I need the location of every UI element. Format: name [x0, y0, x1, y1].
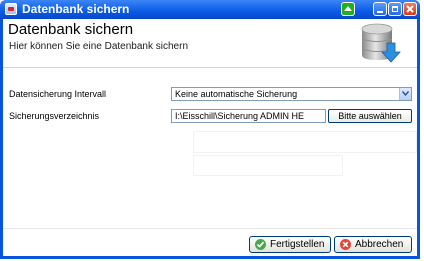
- directory-value: I:\Eisschill\Sicherung ADMIN HE: [175, 111, 305, 121]
- tray-icon: [344, 6, 352, 11]
- dropdown-arrow-button[interactable]: [399, 88, 411, 100]
- minimize-button[interactable]: [373, 2, 387, 16]
- database-backup-icon: [361, 23, 401, 63]
- footer-divider: [3, 228, 417, 229]
- empty-panel: [193, 131, 417, 153]
- close-button[interactable]: [403, 2, 417, 16]
- window-bottom-border: [0, 256, 420, 259]
- browse-button[interactable]: Bitte auswählen: [328, 109, 412, 123]
- directory-label: Sicherungsverzeichnis: [9, 111, 100, 121]
- dialog-body: Datenbank sichern Hier können Sie eine D…: [3, 19, 417, 256]
- interval-label: Datensicherung Intervall: [9, 89, 107, 99]
- cancel-circle-icon: [340, 239, 351, 250]
- cancel-button[interactable]: Abbrechen: [334, 236, 412, 253]
- app-icon: [5, 3, 17, 15]
- window-title: Datenbank sichern: [22, 2, 130, 16]
- finish-button[interactable]: Fertigstellen: [249, 236, 331, 253]
- page-subtitle: Hier können Sie eine Datenbank sichern: [9, 41, 188, 52]
- directory-field[interactable]: I:\Eisschill\Sicherung ADMIN HE: [171, 109, 326, 123]
- page-title: Datenbank sichern: [8, 21, 134, 38]
- close-icon: [406, 5, 414, 13]
- interval-select-value: Keine automatische Sicherung: [175, 89, 298, 99]
- finish-label: Fertigstellen: [270, 239, 325, 250]
- check-circle-icon: [255, 239, 266, 250]
- maximize-button[interactable]: [388, 2, 402, 16]
- wizard-header: Datenbank sichern Hier können Sie eine D…: [3, 19, 417, 68]
- tray-icon-button[interactable]: [341, 2, 355, 16]
- interval-select[interactable]: Keine automatische Sicherung: [171, 87, 412, 101]
- dialog-window: Datenbank sichern Datenbank sichern Hier…: [0, 0, 420, 259]
- title-bar[interactable]: Datenbank sichern: [0, 0, 420, 19]
- cancel-label: Abbrechen: [355, 239, 404, 250]
- empty-panel: [193, 155, 343, 176]
- chevron-down-icon: [402, 91, 409, 96]
